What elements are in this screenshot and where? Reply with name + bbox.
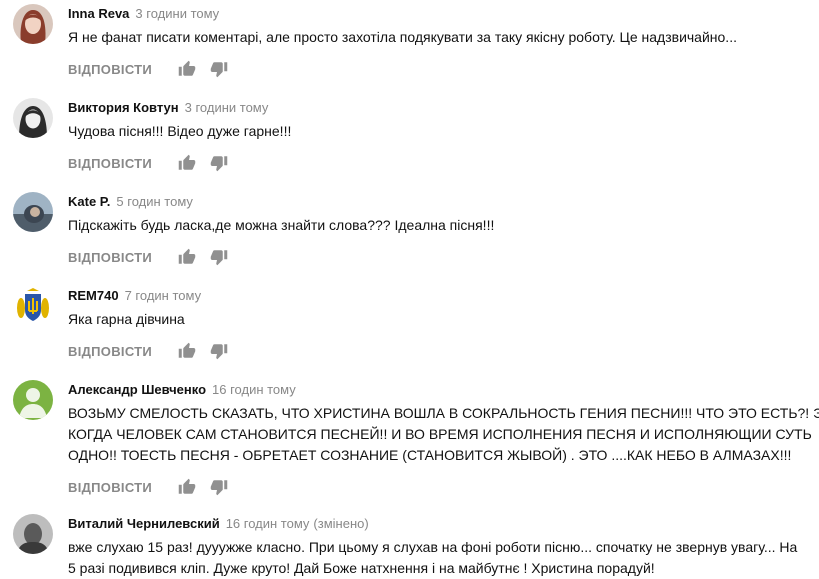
comment-text: Я не фанат писати коментарі, але просто … [68, 27, 819, 48]
timestamp[interactable]: 16 годин тому [212, 382, 296, 397]
thumbs-up-icon[interactable] [178, 342, 196, 360]
avatar[interactable] [13, 286, 53, 326]
thumbs-down-icon[interactable] [210, 342, 228, 360]
thumbs-down-icon[interactable] [210, 154, 228, 172]
comment-actions: ВІДПОВІСТИ [68, 152, 819, 174]
author-name[interactable]: Александр Шевченко [68, 382, 206, 397]
reply-button[interactable]: ВІДПОВІСТИ [68, 62, 152, 77]
comment-line: Я не фанат писати коментарі, але просто … [68, 29, 737, 45]
comment-body: Виктория Ковтун 3 години тому Чудова пісн… [68, 99, 819, 174]
timestamp[interactable]: 3 години тому [185, 100, 269, 115]
comment-header: Виктория Ковтун 3 години тому [68, 99, 819, 116]
comment-line: 5 разі подивився кліп. Дуже круто! Дай Б… [68, 560, 655, 576]
comment-header: Inna Reva 3 години тому [68, 5, 819, 22]
reply-button[interactable]: ВІДПОВІСТИ [68, 480, 152, 495]
comment-header: Виталий Чернилевский 16 годин тому (змінен… [68, 515, 819, 532]
comment-line: вже слухаю 15 раз! дууужже класно. При ц… [68, 539, 798, 555]
comment-body: Виталий Чернилевский 16 годин тому (змінен… [68, 515, 819, 579]
comment-body: Kate P. 5 годин тому Підскажіть будь ласк… [68, 193, 819, 268]
thumbs-down-icon[interactable] [210, 478, 228, 496]
avatar[interactable] [13, 4, 53, 44]
avatar[interactable] [13, 380, 53, 420]
comment-line: Яка гарна дівчина [68, 311, 185, 327]
comment-text: Підскажіть будь ласка,де можна знайти сл… [68, 215, 819, 236]
comment-actions: ВІДПОВІСТИ [68, 476, 819, 498]
comment-actions: ВІДПОВІСТИ [68, 340, 819, 362]
thumbs-up-icon[interactable] [178, 60, 196, 78]
author-name[interactable]: REM740 [68, 288, 119, 303]
timestamp[interactable]: 3 години тому [135, 6, 219, 21]
avatar[interactable] [13, 514, 53, 554]
comment-line: Підскажіть будь ласка,де можна знайти сл… [68, 217, 495, 233]
thumbs-down-icon[interactable] [210, 60, 228, 78]
author-name[interactable]: Kate P. [68, 194, 110, 209]
comment-text: ВОЗЬМУ СМЕЛОСТЬ СКАЗАТЬ, ЧТО ХРИСТИНА ВО… [68, 403, 819, 466]
comment-line: КОГДА ЧЕЛОВЕК САМ СТАНОВИТСЯ ПЕСНЕЙ!! И … [68, 426, 812, 442]
comment-header: Александр Шевченко 16 годин тому [68, 381, 819, 398]
thumbs-up-icon[interactable] [178, 478, 196, 496]
comment-body: REM740 7 годин тому Яка гарна дівчина ВІД… [68, 287, 819, 362]
thumbs-up-icon[interactable] [178, 248, 196, 266]
reply-button[interactable]: ВІДПОВІСТИ [68, 250, 152, 265]
comment-text: Яка гарна дівчина [68, 309, 819, 330]
comment-body: Inna Reva 3 години тому Я не фанат писати… [68, 5, 819, 80]
thumbs-down-icon[interactable] [210, 248, 228, 266]
comment-text: вже слухаю 15 раз! дууужже класно. При ц… [68, 537, 819, 579]
comment-body: Александр Шевченко 16 годин тому ВОЗЬМУ С… [68, 381, 819, 498]
author-name[interactable]: Виталий Чернилевский [68, 516, 220, 531]
comment-actions: ВІДПОВІСТИ [68, 58, 819, 80]
comment-line: ОДНО!! ТОЕСТЬ ПЕСНЯ - ОБРЕТАЕТ СОЗНАНИЕ … [68, 447, 792, 463]
author-name[interactable]: Виктория Ковтун [68, 100, 179, 115]
comment-text: Чудова пісня!!! Відео дуже гарне!!! [68, 121, 819, 142]
author-name[interactable]: Inna Reva [68, 6, 129, 21]
avatar[interactable] [13, 192, 53, 232]
comment-actions: ВІДПОВІСТИ [68, 246, 819, 268]
comment-line: ВОЗЬМУ СМЕЛОСТЬ СКАЗАТЬ, ЧТО ХРИСТИНА ВО… [68, 405, 819, 421]
timestamp[interactable]: 5 годин тому [116, 194, 193, 209]
thumbs-up-icon[interactable] [178, 154, 196, 172]
reply-button[interactable]: ВІДПОВІСТИ [68, 344, 152, 359]
comment-line: Чудова пісня!!! Відео дуже гарне!!! [68, 123, 292, 139]
avatar[interactable] [13, 98, 53, 138]
comment-header: Kate P. 5 годин тому [68, 193, 819, 210]
timestamp[interactable]: 7 годин тому [125, 288, 202, 303]
edited-label: (змінено) [313, 516, 369, 531]
reply-button[interactable]: ВІДПОВІСТИ [68, 156, 152, 171]
comment-header: REM740 7 годин тому [68, 287, 819, 304]
timestamp[interactable]: 16 годин тому [226, 516, 310, 531]
